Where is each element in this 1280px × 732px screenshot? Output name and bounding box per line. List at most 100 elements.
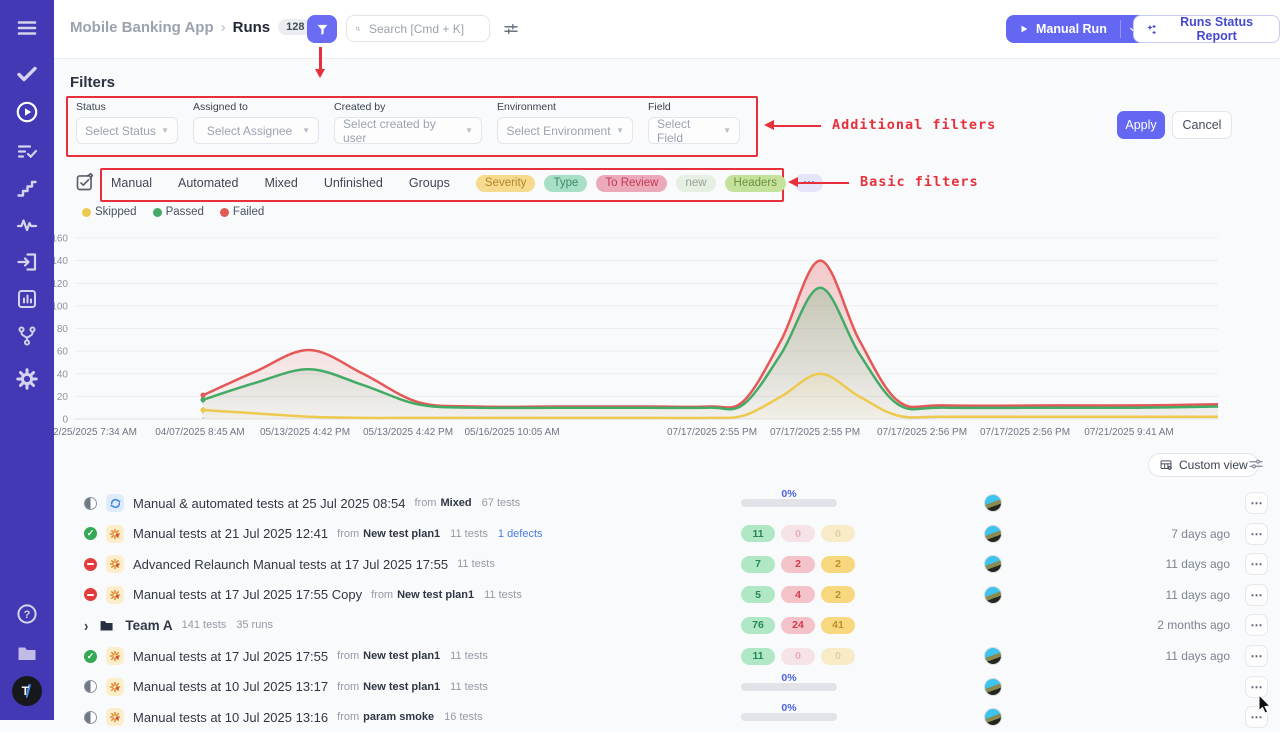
branches-icon[interactable] (15, 324, 39, 348)
search-box[interactable] (346, 15, 490, 42)
legend-item[interactable]: Failed (220, 206, 264, 218)
run-row-main: Manual tests at 10 Jul 2025 13:17 from N… (84, 672, 630, 702)
row-menu-button[interactable]: ⋯ (1245, 584, 1268, 606)
run-plan-name[interactable]: New test plan1 (363, 681, 440, 693)
test-plans-icon[interactable] (15, 139, 39, 163)
run-row[interactable]: Manual tests at 10 Jul 2025 13:16 from p… (70, 702, 1270, 732)
quick-filter-link[interactable]: Automated (178, 176, 238, 190)
run-row[interactable]: Manual tests at 21 Jul 2025 12:41 from N… (70, 519, 1270, 549)
failed-count-pill: 0 (781, 525, 815, 542)
runs-icon[interactable] (15, 100, 39, 124)
logo[interactable]: T (12, 676, 42, 706)
quick-filter-link[interactable]: Unfinished (324, 176, 383, 190)
run-title[interactable]: Manual tests at 10 Jul 2025 13:16 (133, 710, 328, 725)
analytics-icon[interactable] (15, 287, 39, 311)
projects-icon[interactable] (15, 641, 39, 665)
legend-item[interactable]: Passed (153, 206, 204, 218)
help-icon[interactable]: ? (15, 602, 39, 626)
quick-filter-link[interactable]: Manual (111, 176, 152, 190)
quick-filter-tag[interactable]: Type (544, 175, 587, 192)
run-result: 1100 (741, 641, 855, 671)
user-avatar[interactable] (984, 678, 1002, 696)
quick-filter-tag[interactable]: To Review (596, 175, 667, 192)
milestones-icon[interactable] (15, 176, 39, 200)
manual-run-button[interactable]: Manual Run (1006, 15, 1120, 43)
run-plan-name[interactable]: New test plan1 (363, 528, 440, 540)
skipped-count-pill: 2 (821, 586, 855, 603)
bulk-edit-icon[interactable] (74, 172, 95, 193)
progress-label: 0% (741, 672, 837, 684)
custom-view-button[interactable]: Custom view (1148, 453, 1259, 477)
row-menu-button[interactable]: ⋯ (1245, 553, 1268, 575)
svg-text:80: 80 (57, 324, 69, 335)
row-menu-button[interactable]: ⋯ (1245, 492, 1268, 514)
breadcrumb-page: Runs (233, 19, 271, 36)
run-row[interactable]: Advanced Relaunch Manual tests at 17 Jul… (70, 549, 1270, 579)
quick-filter-tag[interactable]: Headers (725, 175, 786, 192)
run-row[interactable]: Manual tests at 10 Jul 2025 13:17 from N… (70, 672, 1270, 702)
cancel-button[interactable]: Cancel (1172, 111, 1232, 139)
filter-field-select[interactable]: Select Field ▼ (648, 117, 740, 144)
run-title[interactable]: Team A (125, 618, 172, 633)
x-axis-label: 07/21/2025 9:41 AM (1084, 427, 1174, 438)
user-avatar[interactable] (984, 708, 1002, 726)
svg-text:40: 40 (57, 369, 69, 380)
search-input[interactable] (367, 21, 481, 37)
run-tests-count: 11 tests (450, 650, 488, 662)
run-plan-name[interactable]: param smoke (363, 711, 434, 723)
adjustments-icon[interactable] (502, 20, 520, 38)
select-placeholder: Select Status (85, 124, 156, 138)
legend-item[interactable]: Skipped (82, 206, 137, 218)
run-title[interactable]: Manual tests at 17 Jul 2025 17:55 (133, 649, 328, 664)
run-plan-name[interactable]: New test plan1 (397, 589, 474, 601)
run-row[interactable]: Manual & automated tests at 25 Jul 2025 … (70, 488, 1270, 518)
run-plan-name[interactable]: Mixed (440, 497, 471, 509)
row-menu-button[interactable]: ⋯ (1245, 523, 1268, 545)
run-defects-link[interactable]: 1 defects (498, 528, 543, 540)
filter-field-select[interactable]: Select created by user ▼ (334, 117, 482, 144)
user-avatar[interactable] (984, 586, 1002, 604)
pulse-icon[interactable] (15, 213, 39, 237)
user-avatar[interactable] (984, 494, 1002, 512)
select-placeholder: Select Environment (507, 124, 611, 138)
row-menu-button[interactable]: ⋯ (1245, 614, 1268, 636)
filter-button[interactable] (307, 15, 337, 43)
run-result: 1100 (741, 519, 855, 549)
svg-text:60: 60 (57, 347, 69, 358)
progress-bar (741, 683, 837, 691)
run-title[interactable]: Manual tests at 10 Jul 2025 13:17 (133, 679, 328, 694)
settings-icon[interactable] (15, 367, 39, 391)
run-title[interactable]: Advanced Relaunch Manual tests at 17 Jul… (133, 557, 448, 572)
run-title[interactable]: Manual & automated tests at 25 Jul 2025 … (133, 496, 405, 511)
filter-field-select[interactable]: Select Environment ▼ (497, 117, 633, 144)
run-plan-name[interactable]: New test plan1 (363, 650, 440, 662)
quick-filter-tag[interactable]: new (676, 175, 715, 192)
quick-filter-link[interactable]: Mixed (264, 176, 297, 190)
breadcrumb-project[interactable]: Mobile Banking App (70, 19, 214, 36)
select-placeholder: Select Assignee (207, 124, 292, 138)
failed-count-pill: 0 (781, 648, 815, 665)
runs-trend-chart[interactable]: 160140120100806040200 (30, 232, 1220, 424)
row-menu-button[interactable]: ⋯ (1245, 645, 1268, 667)
run-row[interactable]: Manual tests at 17 Jul 2025 17:55 from N… (70, 641, 1270, 671)
filter-field-select[interactable]: Select Assignee ▼ (193, 117, 319, 144)
quick-filter-tag[interactable]: Severity (476, 175, 536, 192)
user-avatar[interactable] (984, 555, 1002, 573)
run-from-label: from (371, 589, 393, 601)
expand-chevron-icon[interactable]: › (84, 616, 88, 634)
user-avatar[interactable] (984, 525, 1002, 543)
menu-icon[interactable] (15, 16, 39, 40)
runs-status-report-button[interactable]: Runs Status Report (1133, 15, 1280, 43)
apply-button[interactable]: Apply (1117, 111, 1165, 139)
tests-icon[interactable] (15, 62, 39, 86)
run-row[interactable]: Manual tests at 17 Jul 2025 17:55 Copy f… (70, 580, 1270, 610)
import-icon[interactable] (15, 250, 39, 274)
filter-field-select[interactable]: Select Status ▼ (76, 117, 178, 144)
view-settings-icon[interactable] (1248, 456, 1264, 472)
run-title[interactable]: Manual tests at 21 Jul 2025 12:41 (133, 526, 328, 541)
user-avatar[interactable] (984, 647, 1002, 665)
run-title[interactable]: Manual tests at 17 Jul 2025 17:55 Copy (133, 587, 362, 602)
quick-filter-link[interactable]: Groups (409, 176, 450, 190)
legend-label: Skipped (95, 206, 137, 218)
run-row[interactable]: › Team A 141 tests 35 runs 762441 2 mont… (70, 610, 1270, 640)
